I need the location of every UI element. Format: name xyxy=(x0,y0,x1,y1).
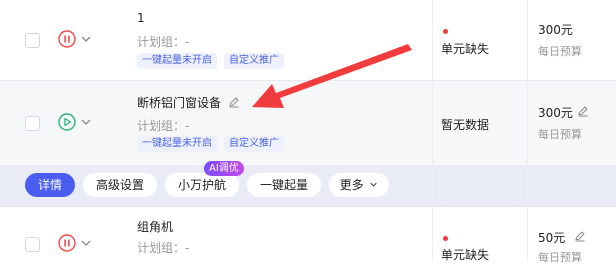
plan-group-label: 计划组：- xyxy=(137,35,190,49)
unit-status: 单元缺失 xyxy=(441,42,490,56)
chevron-down-icon[interactable] xyxy=(80,34,92,44)
edit-pencil-icon[interactable] xyxy=(228,96,240,108)
daily-budget-value: 50元 xyxy=(538,231,566,245)
more-button[interactable]: 更多 xyxy=(329,173,389,197)
pause-circle-icon[interactable] xyxy=(58,234,76,252)
row-checkbox[interactable] xyxy=(25,33,40,48)
advanced-settings-button[interactable]: 高级设置 xyxy=(83,173,157,197)
daily-budget-value: 300元 xyxy=(538,23,573,37)
tag-boost-off: 一键起量未开启 xyxy=(137,53,217,69)
row-checkbox[interactable] xyxy=(25,237,40,252)
tag-custom-promotion: 自定义推广 xyxy=(224,136,284,152)
column-divider xyxy=(527,0,528,261)
column-divider xyxy=(432,0,433,261)
plan-group-label: 计划组：- xyxy=(137,241,190,255)
row-divider xyxy=(0,206,616,207)
campaign-title[interactable]: 断桥铝门窗设备 xyxy=(137,94,221,111)
ai-optimize-badge: AI调优 xyxy=(204,161,244,176)
assistant-button[interactable]: 小万护航 xyxy=(165,173,239,197)
edit-pencil-icon[interactable] xyxy=(574,230,586,242)
campaign-title[interactable]: 组角机 xyxy=(137,218,173,235)
unit-status: 单元缺失 xyxy=(441,248,490,262)
plan-group-label: 计划组：- xyxy=(137,119,190,133)
chevron-down-icon[interactable] xyxy=(80,238,92,248)
pause-circle-icon[interactable] xyxy=(58,30,76,48)
daily-budget-value: 300元 xyxy=(538,106,573,120)
unit-status: 暂无数据 xyxy=(441,118,490,132)
row-checkbox[interactable] xyxy=(25,116,40,131)
one-click-boost-button[interactable]: 一键起量 xyxy=(247,173,321,197)
status-dot-icon xyxy=(443,236,448,241)
chevron-down-icon[interactable] xyxy=(80,117,92,127)
campaign-title[interactable]: 1 xyxy=(137,11,145,25)
chevron-down-icon xyxy=(370,182,378,187)
detail-button[interactable]: 详情 xyxy=(25,173,75,197)
daily-budget-label: 每日预算 xyxy=(538,45,582,58)
daily-budget-label: 每日预算 xyxy=(538,128,582,141)
daily-budget-label: 每日预算 xyxy=(538,251,582,264)
more-label: 更多 xyxy=(339,178,364,192)
edit-pencil-icon[interactable] xyxy=(577,105,589,117)
play-circle-icon[interactable] xyxy=(58,113,76,131)
tag-boost-off: 一键起量未开启 xyxy=(137,136,217,152)
status-dot-icon xyxy=(443,29,448,34)
table-row xyxy=(0,206,616,261)
red-annotation-arrow xyxy=(252,44,412,108)
